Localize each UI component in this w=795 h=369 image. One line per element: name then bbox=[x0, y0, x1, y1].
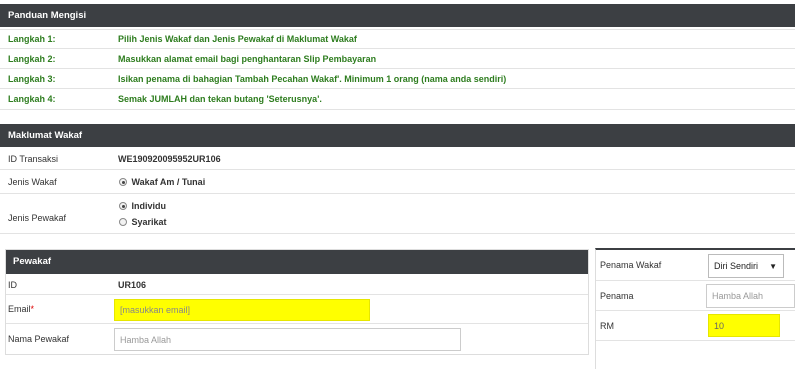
rm-label: RM bbox=[600, 320, 614, 331]
rm-amount-field[interactable]: 10 bbox=[708, 314, 780, 337]
step-text: Semak JUMLAH dan tekan butang 'Seterusny… bbox=[118, 94, 322, 104]
email-label-text: Email bbox=[8, 304, 31, 314]
maklumat-header: Maklumat Wakaf bbox=[0, 124, 795, 147]
pewakaf-id-value: UR106 bbox=[118, 279, 147, 290]
step-text: Pilih Jenis Wakaf dan Jenis Pewakaf di M… bbox=[118, 34, 357, 44]
guide-step-row: Langkah 4: Semak JUMLAH dan tekan butang… bbox=[0, 89, 795, 110]
guide-step-row: Langkah 2: Masukkan alamat email bagi pe… bbox=[0, 49, 795, 69]
jenis-pewakaf-options: Individu Syarikat bbox=[112, 201, 167, 227]
guide-title: Panduan Mengisi bbox=[8, 10, 87, 21]
penama-wakaf-select[interactable]: Diri Sendiri ▼ bbox=[708, 254, 784, 278]
email-label: Email* bbox=[5, 304, 117, 314]
transaction-id-value: WE190920095952UR106 bbox=[118, 153, 221, 164]
pewakaf-option-syarikat-label: Syarikat bbox=[131, 216, 167, 227]
maklumat-title: Maklumat Wakaf bbox=[8, 130, 83, 141]
email-placeholder: [masukkan email] bbox=[120, 305, 191, 315]
step-text: Isikan penama di bahagian Tambah Pecahan… bbox=[118, 73, 507, 84]
pewakaf-option-individu-label: Individu bbox=[131, 200, 167, 211]
rm-amount-value: 10 bbox=[714, 320, 725, 331]
pewakaf-option-individu[interactable]: Individu bbox=[119, 201, 167, 211]
step-label: Langkah 1: bbox=[8, 34, 56, 44]
jenis-pewakaf-row: Jenis Pewakaf Individu Syarikat bbox=[0, 194, 795, 234]
nama-pewakaf-field[interactable]: Hamba Allah bbox=[114, 328, 461, 351]
pewakaf-id-label: ID bbox=[8, 279, 17, 290]
radio-wakaf-am[interactable] bbox=[119, 178, 127, 187]
penama-wakaf-selected: Diri Sendiri bbox=[714, 261, 759, 271]
step-label: Langkah 2: bbox=[8, 53, 56, 64]
transaction-id-row: ID Transaksi WE190920095952UR106 bbox=[0, 148, 795, 170]
nama-pewakaf-placeholder: Hamba Allah bbox=[120, 334, 172, 345]
jenis-pewakaf-label: Jenis Pewakaf bbox=[8, 212, 67, 223]
pewakaf-option-syarikat[interactable]: Syarikat bbox=[119, 217, 167, 227]
nama-pewakaf-label: Nama Pewakaf bbox=[8, 334, 70, 344]
jenis-wakaf-option[interactable]: Wakaf Am / Tunai bbox=[112, 177, 205, 187]
email-field[interactable]: [masukkan email] bbox=[114, 299, 370, 321]
pewakaf-header: Pewakaf bbox=[5, 249, 589, 274]
jenis-wakaf-label: Jenis Wakaf bbox=[8, 176, 57, 187]
penama-label: Penama bbox=[600, 290, 634, 301]
guide-step-row: Langkah 3: Isikan penama di bahagian Tam… bbox=[0, 69, 795, 89]
guide-step-row: Langkah 1: Pilih Jenis Wakaf dan Jenis P… bbox=[0, 29, 795, 49]
step-text: Masukkan alamat email bagi penghantaran … bbox=[118, 53, 377, 64]
guide-header: Panduan Mengisi bbox=[0, 4, 795, 27]
step-label: Langkah 4: bbox=[8, 94, 56, 104]
penama-wakaf-label: Penama Wakaf bbox=[600, 260, 662, 270]
required-marker: * bbox=[30, 304, 35, 314]
penama-field[interactable]: Hamba Allah bbox=[706, 284, 795, 308]
step-label: Langkah 3: bbox=[8, 73, 56, 84]
pewakaf-title: Pewakaf bbox=[13, 256, 52, 267]
transaction-id-label: ID Transaksi bbox=[8, 153, 59, 164]
chevron-down-icon: ▼ bbox=[769, 261, 777, 271]
jenis-wakaf-option-label: Wakaf Am / Tunai bbox=[131, 176, 206, 187]
pewakaf-id-row: ID UR106 bbox=[5, 275, 589, 295]
radio-syarikat[interactable] bbox=[119, 218, 127, 227]
radio-individu[interactable] bbox=[119, 202, 127, 211]
penama-placeholder: Hamba Allah bbox=[712, 291, 764, 301]
jenis-wakaf-row: Jenis Wakaf Wakaf Am / Tunai bbox=[0, 170, 795, 194]
